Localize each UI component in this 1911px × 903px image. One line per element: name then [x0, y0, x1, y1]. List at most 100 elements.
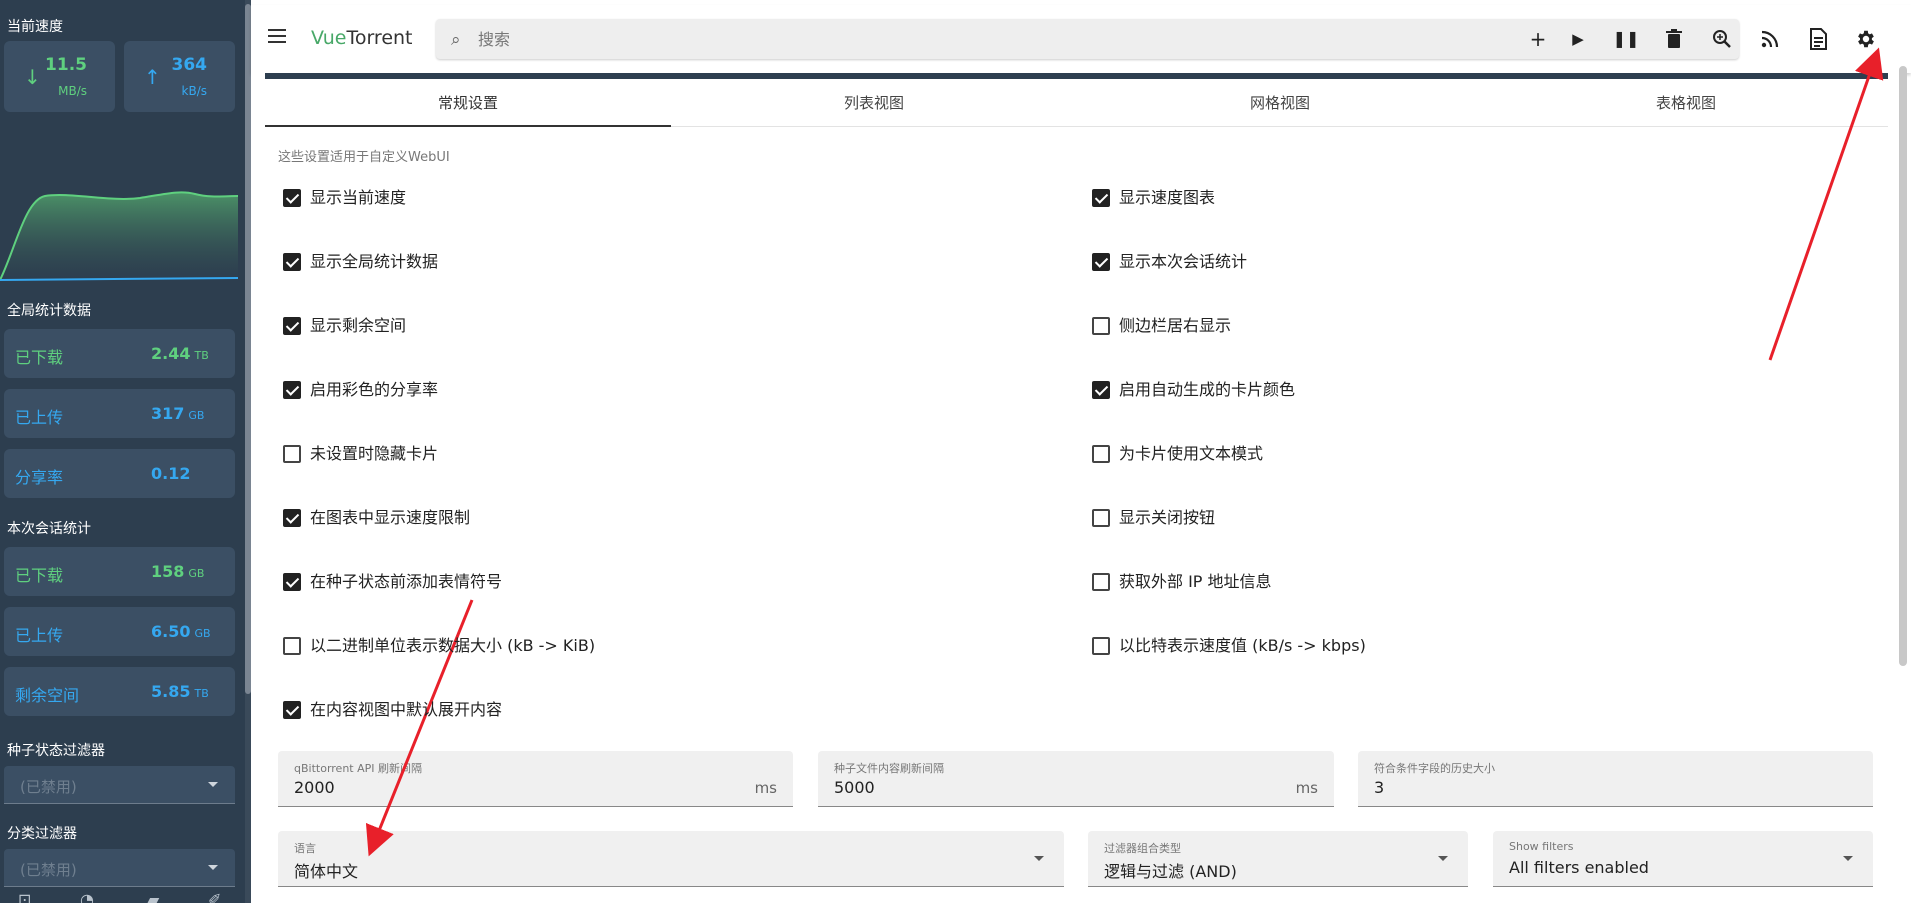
checkbox[interactable] [283, 444, 301, 463]
checkbox[interactable] [283, 700, 301, 719]
checkbox[interactable] [283, 380, 301, 399]
stat-label: 已下载 [15, 566, 64, 585]
field-value: 2000 [294, 778, 335, 797]
chevron-down-icon [208, 865, 218, 870]
folder-icon[interactable]: ▰ [147, 890, 159, 903]
left-setting-option[interactable]: 未设置时隐藏卡片 [283, 443, 438, 465]
arrow-down-icon: ↓ [24, 65, 41, 89]
tab-list-view[interactable]: 列表视图 [671, 79, 1077, 127]
checkbox[interactable] [1092, 444, 1110, 463]
checkbox[interactable] [1092, 636, 1110, 655]
right-setting-option[interactable]: 显示关闭按钮 [1092, 507, 1215, 529]
settings-tabs: 常规设置 列表视图 网格视图 表格视图 [265, 73, 1888, 127]
search-icon: ⌕ [451, 30, 461, 50]
history-size-field[interactable]: 符合条件字段的历史大小 3 [1358, 751, 1873, 807]
option-label: 启用彩色的分享率 [310, 380, 439, 399]
rss-button[interactable] [1756, 25, 1784, 53]
checkbox[interactable] [283, 252, 301, 271]
tab-general[interactable]: 常规设置 [265, 79, 671, 127]
option-label: 在内容视图中默认展开内容 [310, 700, 503, 719]
right-setting-option[interactable]: 显示本次会话统计 [1092, 251, 1247, 273]
upload-speed-card: ↑ 364 kB/s [124, 41, 235, 112]
sidebar-bottom-toolbar: ⊡ ◔ ▰ ✐ [0, 890, 251, 903]
category-filter-select[interactable]: (已禁用) [4, 849, 235, 887]
state-filter-select[interactable]: (已禁用) [4, 766, 235, 804]
settings-button[interactable] [1852, 25, 1880, 53]
tab-grid-view[interactable]: 网格视图 [1077, 79, 1483, 127]
content-scrollbar[interactable] [1899, 66, 1907, 666]
checkbox[interactable] [283, 572, 301, 591]
speedometer-icon[interactable]: ◔ [80, 890, 94, 903]
right-setting-option[interactable]: 以比特表示速度值 (kB/s -> kbps) [1092, 635, 1366, 657]
session-stats-title: 本次会话统计 [7, 521, 91, 537]
checkbox[interactable] [283, 636, 301, 655]
delete-button[interactable] [1660, 25, 1688, 53]
stat-label: 已上传 [15, 626, 64, 645]
checkbox[interactable] [283, 188, 301, 207]
left-setting-option[interactable]: 显示当前速度 [283, 187, 406, 209]
import-icon[interactable]: ⊡ [18, 890, 31, 903]
checkbox[interactable] [1092, 252, 1110, 271]
search-input[interactable] [478, 28, 1678, 50]
global-uploaded-card: 已上传 317 GB [4, 389, 235, 438]
play-icon: ▶ [1572, 30, 1584, 48]
left-setting-option[interactable]: 显示剩余空间 [283, 315, 406, 337]
language-select[interactable]: 语言 简体中文 [278, 831, 1064, 887]
option-label: 未设置时隐藏卡片 [310, 444, 439, 463]
right-setting-option[interactable]: 显示速度图表 [1092, 187, 1215, 209]
rss-icon [1761, 30, 1779, 48]
checkbox[interactable] [1092, 380, 1110, 399]
category-filter-value: (已禁用) [20, 861, 77, 879]
field-suffix: ms [1295, 779, 1318, 797]
checkbox[interactable] [1092, 316, 1110, 335]
field-value: All filters enabled [1509, 858, 1649, 877]
stat-label: 已下载 [15, 348, 64, 367]
logs-button[interactable] [1804, 25, 1832, 53]
speed-graph [0, 191, 239, 281]
checkbox[interactable] [1092, 508, 1110, 527]
search-plugin-button[interactable] [1708, 25, 1736, 53]
content-refresh-interval-field[interactable]: 种子文件内容刷新间隔 5000 ms [818, 751, 1334, 807]
checkbox[interactable] [1092, 572, 1110, 591]
chevron-down-icon [208, 782, 218, 787]
checkbox[interactable] [1092, 188, 1110, 207]
field-label: qBittorrent API 刷新间隔 [294, 762, 422, 775]
top-bar: VueTorrent ⌕ + ▶ ❚❚ [251, 5, 1911, 73]
right-setting-option[interactable]: 获取外部 IP 地址信息 [1092, 571, 1272, 593]
option-label: 获取外部 IP 地址信息 [1119, 572, 1272, 591]
right-setting-option[interactable]: 为卡片使用文本模式 [1092, 443, 1263, 465]
settings-icon [1858, 30, 1874, 48]
option-label: 以二进制单位表示数据大小 (kB -> KiB) [310, 636, 596, 655]
app-title: VueTorrent [311, 27, 413, 49]
left-setting-option[interactable]: 启用彩色的分享率 [283, 379, 438, 401]
upload-speed-value: 364 [171, 55, 208, 75]
left-setting-option[interactable]: 显示全局统计数据 [283, 251, 438, 273]
left-setting-option[interactable]: 以二进制单位表示数据大小 (kB -> KiB) [283, 635, 595, 657]
left-setting-option[interactable]: 在种子状态前添加表情符号 [283, 571, 502, 593]
stat-value: 0.12 [151, 464, 191, 483]
checkbox[interactable] [283, 316, 301, 335]
state-filter-title: 种子状态过滤器 [7, 743, 105, 759]
show-filters-select[interactable]: Show filters All filters enabled [1493, 831, 1873, 887]
filter-type-select[interactable]: 过滤器组合类型 逻辑与过滤 (AND) [1088, 831, 1468, 887]
tag-icon[interactable]: ✐ [208, 890, 221, 903]
tab-table-view[interactable]: 表格视图 [1483, 79, 1889, 127]
option-label: 显示当前速度 [310, 188, 407, 207]
api-refresh-interval-field[interactable]: qBittorrent API 刷新间隔 2000 ms [278, 751, 793, 807]
add-icon: + [1529, 27, 1547, 51]
resume-button[interactable]: ▶ [1564, 25, 1592, 53]
download-speed-value: 11.5 [45, 55, 87, 75]
right-setting-option[interactable]: 侧边栏居右显示 [1092, 315, 1231, 337]
option-label: 显示速度图表 [1119, 188, 1216, 207]
add-torrent-button[interactable]: + [1524, 25, 1552, 53]
right-setting-option[interactable]: 启用自动生成的卡片颜色 [1092, 379, 1295, 401]
option-label: 在种子状态前添加表情符号 [310, 572, 503, 591]
pause-button[interactable]: ❚❚ [1612, 25, 1640, 53]
menu-icon[interactable] [268, 29, 286, 43]
option-label: 显示关闭按钮 [1119, 508, 1216, 527]
current-speed-title: 当前速度 [7, 19, 63, 35]
left-setting-option[interactable]: 在图表中显示速度限制 [283, 507, 470, 529]
checkbox[interactable] [283, 508, 301, 527]
upload-speed-unit: kB/s [181, 84, 207, 98]
left-setting-option[interactable]: 在内容视图中默认展开内容 [283, 699, 502, 721]
